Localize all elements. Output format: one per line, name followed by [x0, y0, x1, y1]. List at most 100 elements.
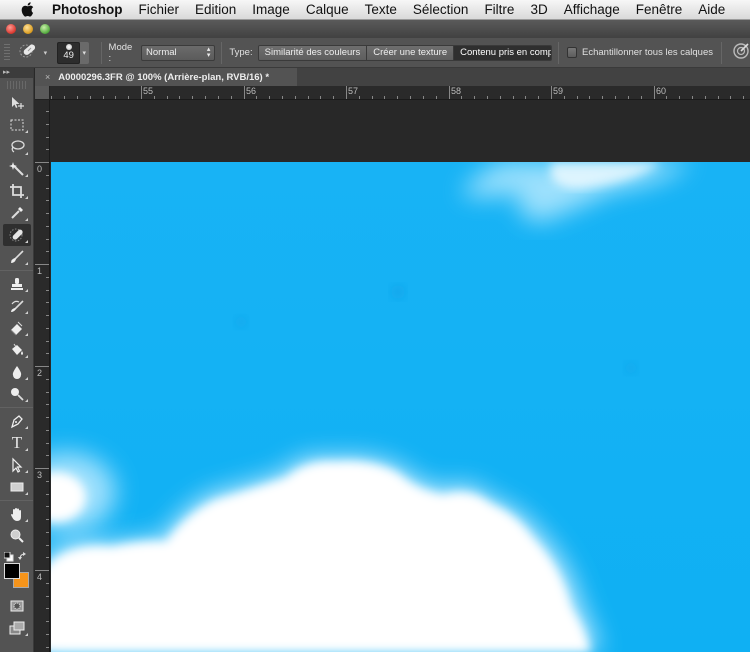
menu-calque[interactable]: Calque: [298, 0, 357, 20]
default-colors-icon[interactable]: [3, 549, 14, 562]
vertical-ruler[interactable]: 0 1 2 3 4: [35, 100, 50, 652]
ruler-tick: [397, 96, 398, 99]
sample-all-layers-checkbox[interactable]: [566, 47, 578, 58]
menu-bar: Photoshop Fichier Edition Image Calque T…: [0, 0, 750, 20]
menu-selection[interactable]: Sélection: [405, 0, 477, 20]
quick-mask-button[interactable]: [3, 595, 31, 617]
menu-fichier[interactable]: Fichier: [131, 0, 188, 20]
path-selection-tool[interactable]: [3, 454, 31, 476]
menu-aide[interactable]: Aide: [690, 0, 733, 20]
menu-edition[interactable]: Edition: [187, 0, 244, 20]
paint-bucket-icon: [12, 343, 23, 355]
magic-wand-icon: [9, 162, 24, 176]
clone-stamp-tool[interactable]: [3, 273, 31, 295]
panel-collapse-button[interactable]: ▸▸: [0, 68, 33, 78]
ruler-major-tick: [551, 86, 552, 99]
type-proximity-match-button[interactable]: Similarité des couleurs: [258, 45, 368, 60]
ruler-tick: [46, 251, 49, 252]
paint-bucket-tool[interactable]: [3, 339, 31, 361]
ruler-tick: [46, 404, 49, 405]
mode-select[interactable]: Normal ▴ ▾: [141, 44, 216, 61]
window-close-button[interactable]: [6, 24, 16, 34]
ruler-tick: [525, 96, 526, 99]
brush-picker-caret[interactable]: ▾: [80, 41, 89, 64]
brush-size-picker[interactable]: 49: [57, 41, 81, 64]
zoom-tool[interactable]: [3, 525, 31, 547]
ruler-tick: [46, 596, 49, 597]
ruler-tick: [46, 290, 49, 291]
dodge-tool[interactable]: [3, 383, 31, 405]
menu-fenetre[interactable]: Fenêtre: [628, 0, 691, 20]
menu-image[interactable]: Image: [244, 0, 298, 20]
ruler-tick: [410, 96, 411, 99]
sample-all-layers-label[interactable]: Echantillonner tous les calques: [582, 47, 713, 58]
ruler-tick: [205, 96, 206, 99]
ruler-major-tick: [35, 570, 49, 571]
divider: [557, 41, 559, 64]
ruler-origin[interactable]: [35, 86, 50, 100]
mode-label: Mode :: [108, 41, 133, 64]
ruler-tick: [46, 315, 49, 316]
spot-healing-brush-tool[interactable]: [3, 224, 31, 246]
type-tool[interactable]: T: [3, 432, 31, 454]
dust-spot: [235, 316, 247, 328]
rectangular-marquee-tool[interactable]: [3, 114, 31, 136]
pen-icon: [10, 415, 23, 429]
menu-photoshop[interactable]: Photoshop: [48, 0, 131, 20]
menu-texte[interactable]: Texte: [357, 0, 405, 20]
path-selection-icon: [12, 457, 23, 473]
ruler-tick: [46, 226, 49, 227]
type-create-texture-button[interactable]: Créer une texture: [367, 45, 455, 60]
close-document-icon[interactable]: ×: [45, 72, 50, 82]
select-arrows-icon: ▴ ▾: [206, 45, 211, 59]
menu-affichage[interactable]: Affichage: [556, 0, 628, 20]
move-tool[interactable]: [3, 92, 31, 114]
eyedropper-tool[interactable]: [3, 202, 31, 224]
ruler-tick: [46, 443, 49, 444]
ruler-label: 1: [37, 266, 43, 276]
hand-tool[interactable]: [3, 503, 31, 525]
color-swatches: [0, 549, 33, 593]
ruler-tick: [46, 200, 49, 201]
ruler-tick: [51, 96, 52, 99]
tablet-pressure-icon[interactable]: [732, 42, 750, 63]
foreground-color-swatch[interactable]: [4, 563, 20, 579]
ruler-tick: [46, 455, 49, 456]
menu-3d[interactable]: 3D: [522, 0, 555, 20]
panel-drag-handle[interactable]: [7, 81, 26, 89]
ruler-major-tick: [35, 264, 49, 265]
ruler-tick: [46, 392, 49, 393]
tool-preset-picker[interactable]: ▾: [18, 42, 47, 63]
window-minimize-button[interactable]: [23, 24, 33, 34]
screen-mode-icon: [9, 621, 25, 635]
eraser-tool[interactable]: [3, 317, 31, 339]
screen-mode-button[interactable]: [3, 617, 31, 639]
crop-tool[interactable]: [3, 180, 31, 202]
ruler-tick: [743, 96, 744, 99]
ruler-tick: [46, 608, 49, 609]
rectangle-tool[interactable]: [3, 476, 31, 498]
ruler-tick: [46, 494, 49, 495]
lasso-tool[interactable]: [3, 136, 31, 158]
brush-tool[interactable]: [3, 246, 31, 268]
options-bar-grip[interactable]: [4, 43, 10, 62]
ruler-tick: [46, 481, 49, 482]
eraser-icon: [10, 321, 23, 336]
magic-wand-tool[interactable]: [3, 158, 31, 180]
window-zoom-button[interactable]: [40, 24, 50, 34]
horizontal-ruler[interactable]: 55 56 57 58 59 60: [50, 86, 750, 100]
blur-tool[interactable]: [3, 361, 31, 383]
menu-filtre[interactable]: Filtre: [476, 0, 522, 20]
history-brush-tool[interactable]: [3, 295, 31, 317]
ruler-tick: [513, 96, 514, 99]
swap-colors-icon[interactable]: [18, 549, 28, 561]
pen-tool[interactable]: [3, 410, 31, 432]
type-content-aware-button[interactable]: Contenu pris en compte: [454, 45, 551, 60]
dodge-icon: [11, 388, 24, 401]
document-tab[interactable]: × A0000296.3FR @ 100% (Arrière-plan, RVB…: [35, 68, 297, 86]
ruler-label: 60: [656, 86, 667, 96]
ruler-tick: [46, 111, 49, 112]
ruler-tick: [167, 96, 168, 99]
image-canvas[interactable]: [51, 162, 750, 652]
apple-logo-icon[interactable]: [14, 2, 40, 17]
